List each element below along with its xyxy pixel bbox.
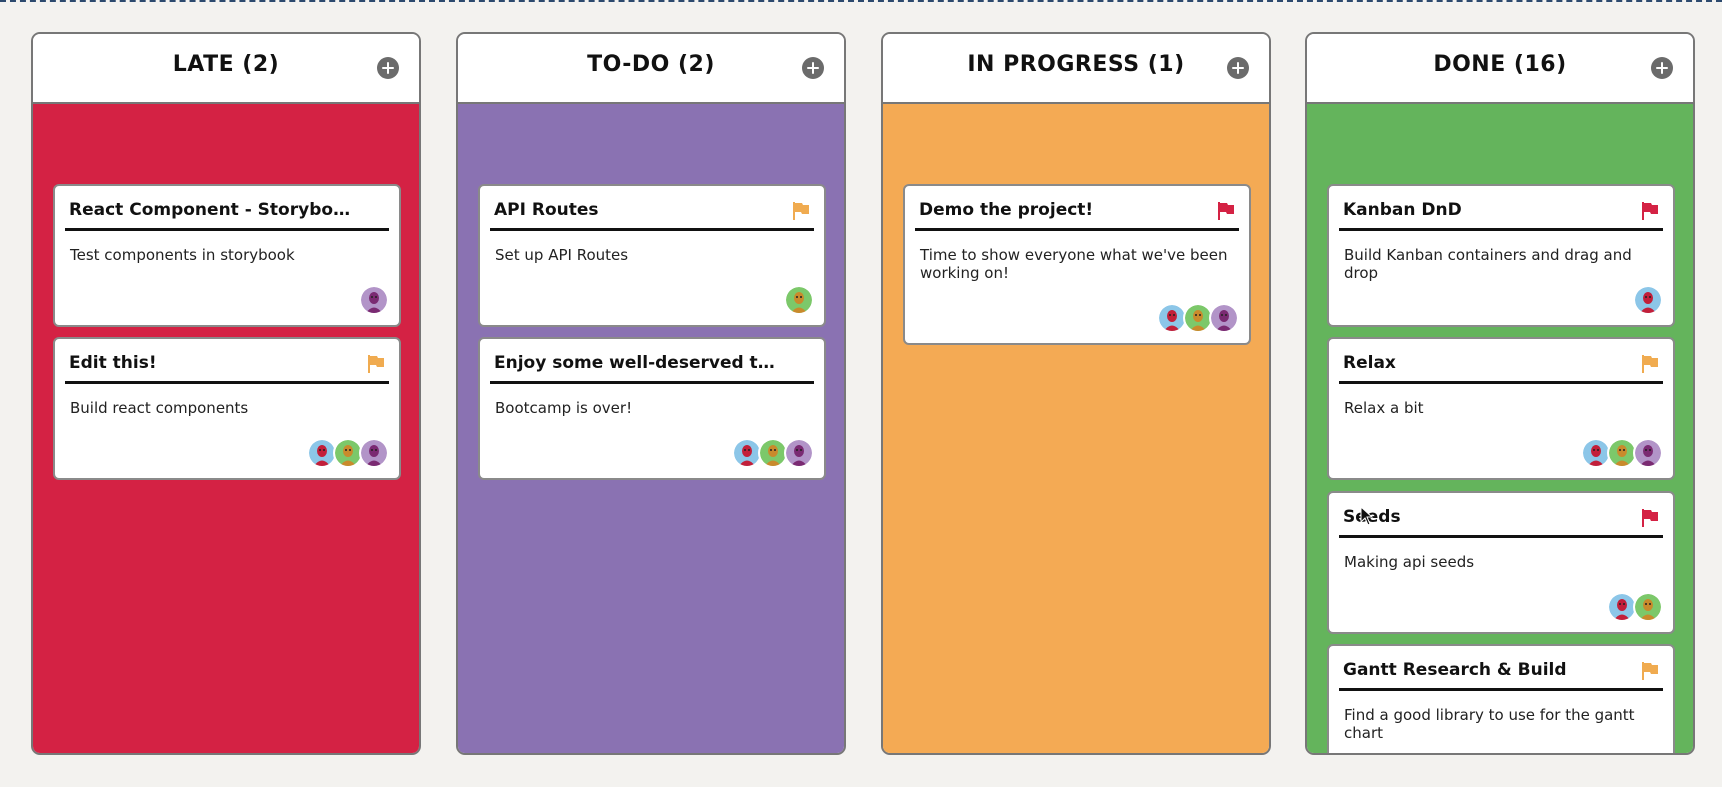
kanban-column: LATE (2) React Component - Storyboo... Tes…: [31, 32, 421, 755]
card-title-divider: [1339, 228, 1663, 231]
card-description: Find a good library to use for the gantt…: [1344, 706, 1635, 742]
priority-flag-icon[interactable]: [1639, 353, 1661, 375]
card-title: Kanban DnD: [1343, 200, 1462, 220]
user-avatar[interactable]: [784, 438, 814, 468]
column-header: IN PROGRESS (1): [883, 34, 1269, 104]
kanban-column: TO-DO (2) API Routes Set up API Routes Enjo…: [456, 32, 846, 755]
add-card-icon[interactable]: [802, 57, 824, 79]
task-card[interactable]: Gantt Research & Build Find a good librar…: [1327, 644, 1675, 753]
user-avatar[interactable]: [1633, 438, 1663, 468]
card-description: Making api seeds: [1344, 553, 1475, 571]
assignee-avatars: [1581, 438, 1663, 468]
add-card-icon[interactable]: [1227, 57, 1249, 79]
card-description: Build react components: [70, 399, 249, 417]
assignee-avatars: [1633, 285, 1663, 315]
mouse-cursor-icon: [1360, 506, 1374, 526]
column-title: TO-DO (2): [587, 52, 715, 77]
card-description: Set up API Routes: [495, 246, 629, 264]
card-title-divider: [1339, 535, 1663, 538]
card-title: Relax: [1343, 353, 1396, 373]
priority-flag-icon[interactable]: [1639, 507, 1661, 529]
column-body: API Routes Set up API Routes Enjoy some we…: [458, 104, 844, 753]
column-body: React Component - Storyboo... Test compon…: [33, 104, 419, 753]
task-card[interactable]: Seeds Making api seeds: [1327, 491, 1675, 634]
card-title: API Routes: [494, 200, 599, 220]
add-card-icon[interactable]: [377, 57, 399, 79]
task-card[interactable]: Enjoy some well-deserved ti... Bootcamp i…: [478, 337, 826, 480]
priority-flag-icon[interactable]: [790, 200, 812, 222]
column-header: DONE (16): [1307, 34, 1693, 104]
card-description: Build Kanban containers and drag and dro…: [1344, 246, 1632, 282]
user-avatar[interactable]: [1633, 285, 1663, 315]
priority-flag-icon[interactable]: [1639, 660, 1661, 682]
assignee-avatars: [784, 285, 814, 315]
card-title: React Component - Storyboo...: [69, 200, 351, 220]
card-description: Relax a bit: [1344, 399, 1424, 417]
task-card[interactable]: API Routes Set up API Routes: [478, 184, 826, 327]
column-title: IN PROGRESS (1): [967, 52, 1185, 77]
task-card[interactable]: Relax Relax a bit: [1327, 337, 1675, 480]
card-title: Enjoy some well-deserved ti...: [494, 353, 776, 373]
card-title-divider: [1339, 381, 1663, 384]
user-avatar[interactable]: [1633, 592, 1663, 622]
priority-flag-icon[interactable]: [1215, 200, 1237, 222]
card-title: Seeds: [1343, 507, 1625, 527]
card-title-divider: [915, 228, 1239, 231]
card-title-divider: [1339, 688, 1663, 691]
card-title: Edit this!: [69, 353, 157, 373]
user-avatar[interactable]: [1209, 303, 1239, 333]
card-title-divider: [490, 228, 814, 231]
card-title-divider: [65, 381, 389, 384]
user-avatar[interactable]: [359, 438, 389, 468]
assignee-avatars: [732, 438, 814, 468]
column-body: Demo the project! Time to show everyone w…: [883, 104, 1269, 753]
assignee-avatars: [1607, 592, 1663, 622]
card-title: Demo the project!: [919, 200, 1094, 220]
assignee-avatars: [1157, 303, 1239, 333]
column-header: TO-DO (2): [458, 34, 844, 104]
kanban-column: IN PROGRESS (1) Demo the project! Time to …: [881, 32, 1271, 755]
card-description: Test components in storybook: [70, 246, 295, 264]
column-title: DONE (16): [1433, 52, 1567, 77]
user-avatar[interactable]: [784, 285, 814, 315]
kanban-board: LATE (2) React Component - Storyboo... Tes…: [0, 0, 1722, 787]
column-title: LATE (2): [172, 52, 280, 77]
task-card[interactable]: Demo the project! Time to show everyone w…: [903, 184, 1251, 345]
card-title-divider: [65, 228, 389, 231]
card-title-divider: [490, 381, 814, 384]
card-description: Bootcamp is over!: [495, 399, 633, 417]
kanban-column: DONE (16) Kanban DnD Build Kanban containe…: [1305, 32, 1695, 755]
assignee-avatars: [307, 438, 389, 468]
column-body: Kanban DnD Build Kanban containers and dr…: [1307, 104, 1693, 753]
task-card[interactable]: Kanban DnD Build Kanban containers and dr…: [1327, 184, 1675, 327]
task-card[interactable]: React Component - Storyboo... Test compon…: [53, 184, 401, 327]
priority-flag-icon[interactable]: [1639, 200, 1661, 222]
priority-flag-icon[interactable]: [365, 353, 387, 375]
task-card[interactable]: Edit this! Build react components: [53, 337, 401, 480]
card-description: Time to show everyone what we've been wo…: [920, 246, 1228, 282]
assignee-avatars: [359, 285, 389, 315]
card-title: Gantt Research & Build: [1343, 660, 1567, 680]
column-header: LATE (2): [33, 34, 419, 104]
add-card-icon[interactable]: [1651, 57, 1673, 79]
user-avatar[interactable]: [359, 285, 389, 315]
